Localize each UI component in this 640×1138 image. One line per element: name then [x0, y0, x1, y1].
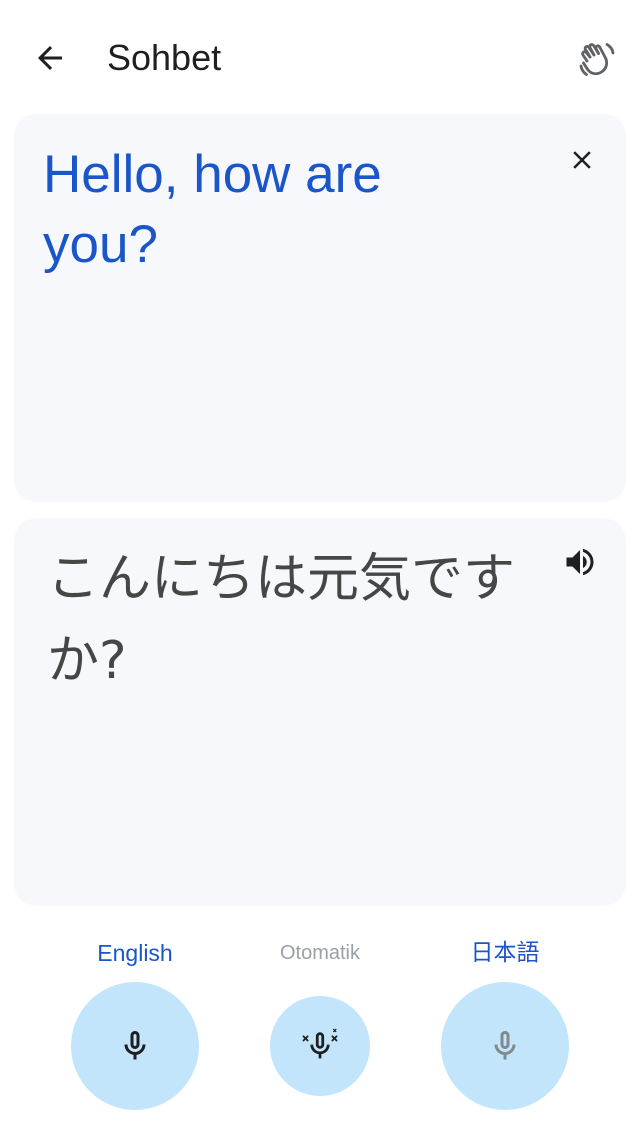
english-mic-button[interactable]: [71, 982, 199, 1110]
volume-up-icon: [566, 548, 594, 576]
auto-microphone-icon: [302, 1028, 338, 1059]
translation-card: こんにちは元気ですか?: [14, 518, 626, 906]
microphone-icon: [494, 1031, 516, 1060]
arrow-back-icon: [38, 46, 62, 70]
source-text-card: Hello, how are you?: [14, 114, 626, 502]
translation-text: こんにちは元気ですか?: [47, 549, 516, 691]
conversation-screen: Sohbet Hello, how are you? こんにちは元気ですか? E…: [0, 0, 640, 1138]
japanese-mic-button[interactable]: [441, 982, 569, 1110]
source-text[interactable]: Hello, how are you?: [43, 140, 463, 280]
auto-mic-button[interactable]: [270, 996, 370, 1096]
face-to-face-button[interactable]: [570, 32, 624, 86]
back-button[interactable]: [26, 34, 74, 82]
listen-button[interactable]: [556, 538, 604, 586]
microphone-icon: [124, 1031, 146, 1060]
close-icon: [573, 151, 591, 169]
page-title: Sohbet: [107, 37, 222, 78]
left-language-label[interactable]: English: [45, 936, 225, 970]
top-app-bar: Sohbet: [0, 0, 640, 116]
right-language-label[interactable]: 日本語: [415, 936, 595, 970]
waving-hand-icon: [579, 43, 615, 76]
clear-button[interactable]: [558, 136, 606, 184]
auto-mode-label[interactable]: Otomatik: [230, 936, 410, 970]
